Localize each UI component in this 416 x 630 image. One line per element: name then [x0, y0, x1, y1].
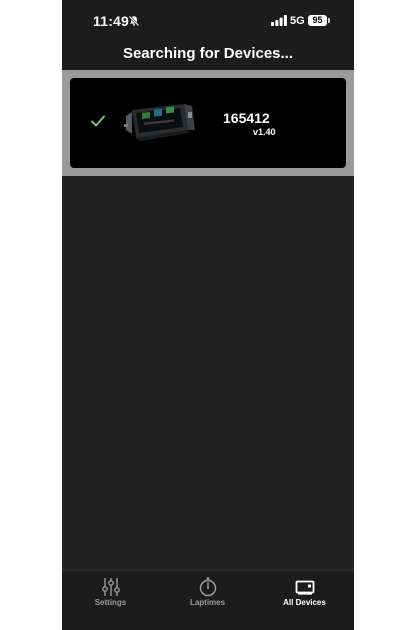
tab-laptimes[interactable]: Laptimes — [159, 571, 256, 630]
tab-bar: Settings Laptimes All Devices — [62, 570, 354, 630]
page-header: Searching for Devices... — [62, 40, 354, 70]
device-firmware-version: v1.40 — [253, 127, 276, 137]
tab-settings-label: Settings — [94, 598, 127, 607]
silent-bell-icon — [128, 15, 140, 27]
battery-level: 95 — [312, 15, 323, 25]
stopwatch-icon — [199, 577, 217, 597]
cellular-signal-icon — [271, 15, 287, 26]
network-type: 5G — [290, 15, 305, 27]
tab-all-devices[interactable]: All Devices — [256, 571, 353, 630]
device-list: 165412 v1.40 — [62, 70, 354, 176]
status-time: 11:49 — [93, 13, 130, 29]
tab-all-devices-label: All Devices — [283, 598, 326, 607]
page-title: Searching for Devices... — [122, 45, 294, 62]
battery-cap — [328, 18, 330, 23]
battery-icon: 95 — [308, 15, 327, 26]
app-screen: 11:49 5G 95 Searching for Devices... 165… — [62, 0, 354, 630]
tab-laptimes-label: Laptimes — [189, 598, 226, 607]
sliders-icon — [102, 578, 120, 596]
connected-check-icon — [91, 115, 105, 127]
device-icon — [295, 580, 315, 595]
tab-settings[interactable]: Settings — [62, 571, 159, 630]
lap-timer-device-image — [124, 104, 195, 141]
device-serial: 165412 — [223, 110, 270, 126]
device-card[interactable]: 165412 v1.40 — [70, 78, 346, 168]
status-bar: 11:49 5G 95 — [62, 0, 354, 40]
